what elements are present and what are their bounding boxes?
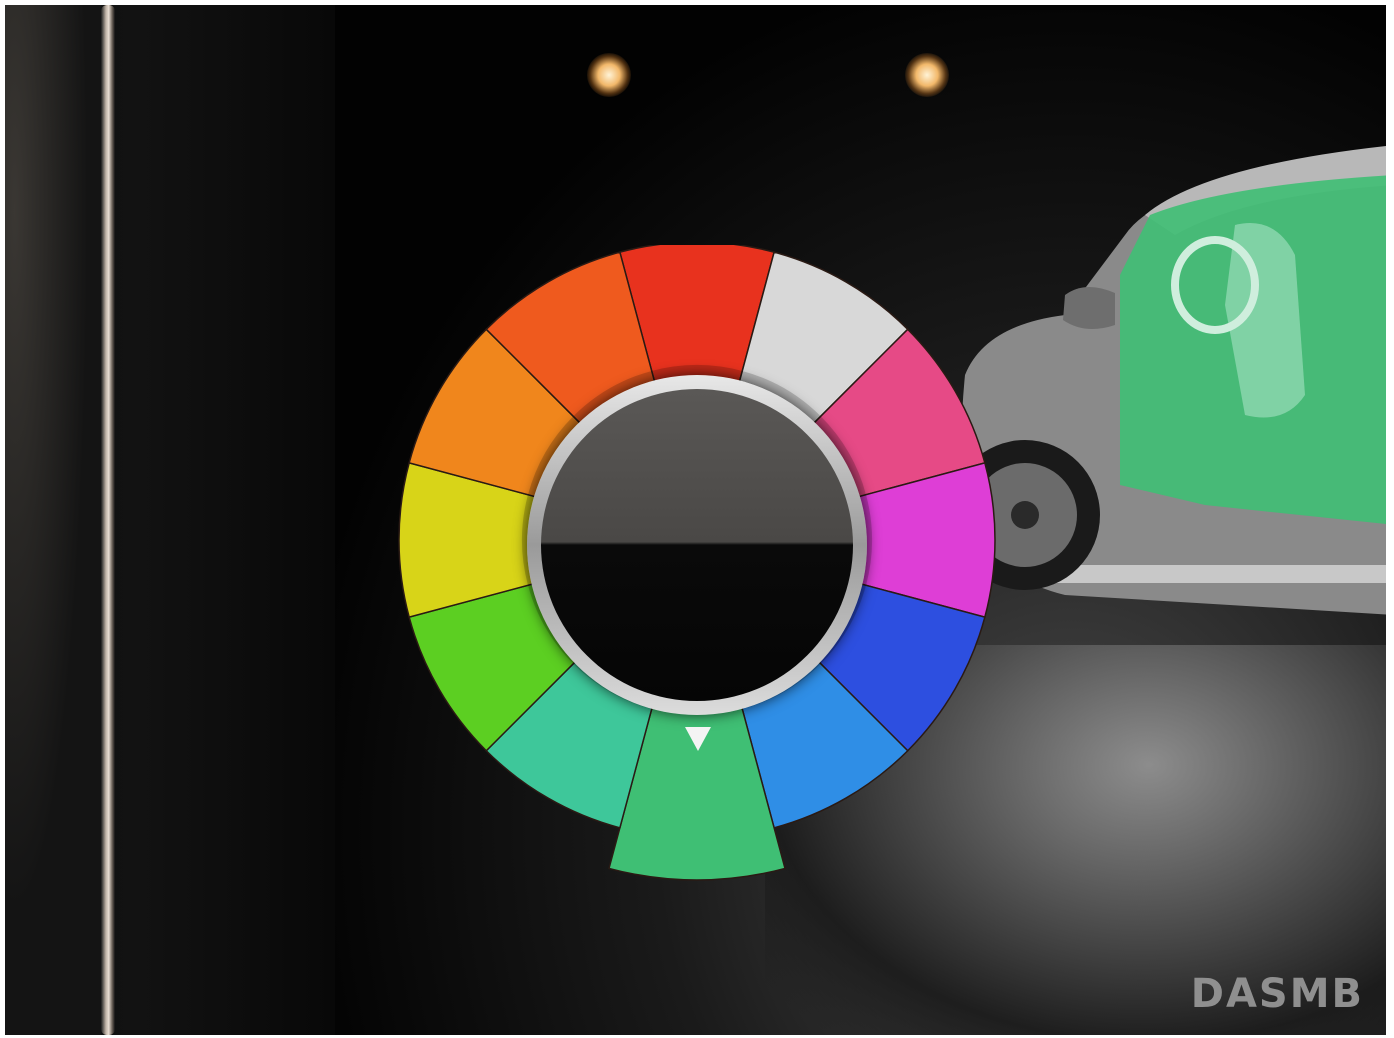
color-wheel-center-knob[interactable] bbox=[527, 375, 867, 715]
ceiling-light-reflection bbox=[587, 53, 631, 97]
watermark-logo: DASMB bbox=[1190, 971, 1364, 1017]
selection-pointer-icon bbox=[685, 727, 711, 751]
ceiling-light-reflection bbox=[905, 53, 949, 97]
vehicle-mirror bbox=[1063, 286, 1115, 329]
cabin-trim bbox=[5, 5, 101, 1035]
center-preview bbox=[541, 389, 853, 701]
display-bezel bbox=[5, 5, 335, 1035]
photo-frame: DASMB bbox=[5, 5, 1386, 1035]
bezel-chrome-edge bbox=[101, 5, 115, 1035]
vehicle-sill bbox=[1045, 565, 1386, 583]
